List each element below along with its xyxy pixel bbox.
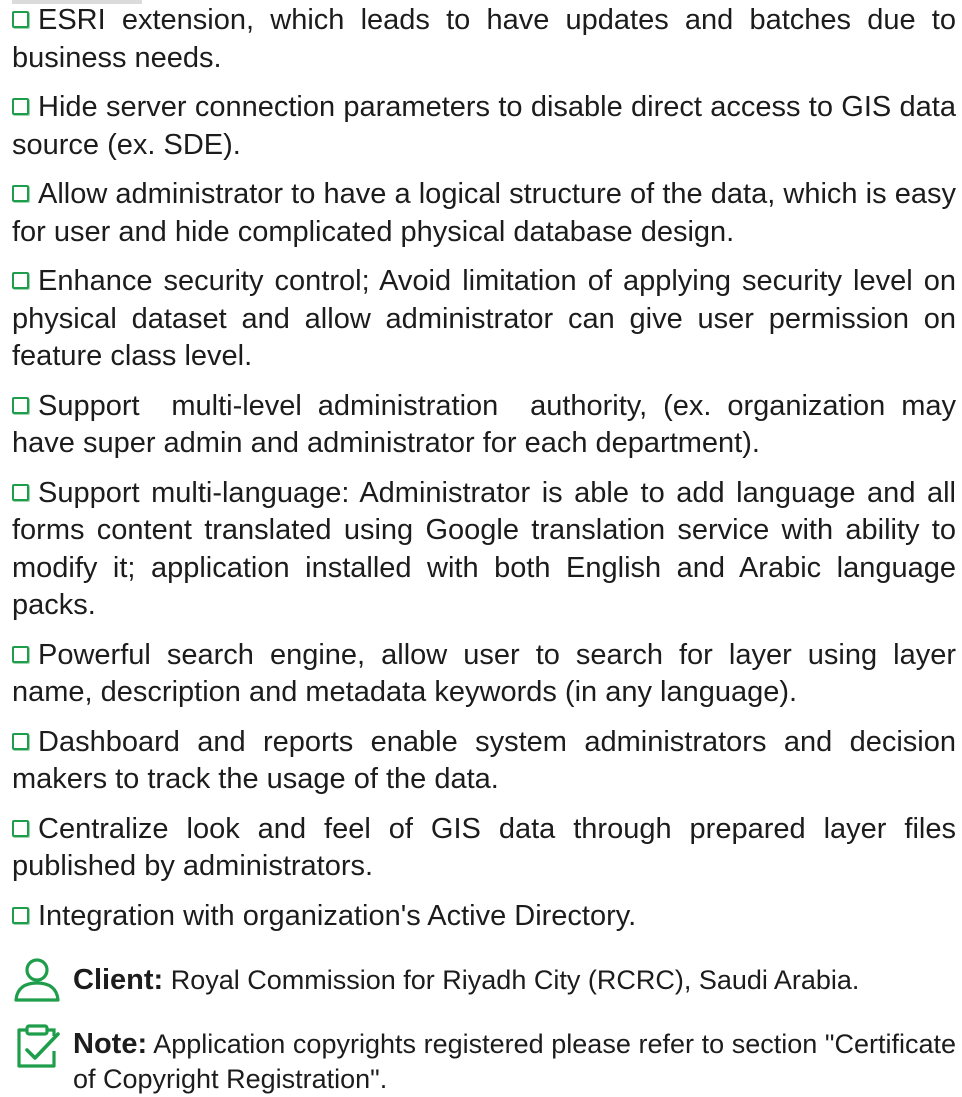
note-label: Note: xyxy=(73,1028,148,1060)
feature-bullet-list: ESRI extension, which leads to have upda… xyxy=(12,2,956,947)
note-line: Note: Application copyrights registered … xyxy=(12,1024,956,1097)
bullet-item: Centralize look and feel of GIS data thr… xyxy=(12,811,956,886)
bullet-text: Support multi-language: Administrator is… xyxy=(12,476,956,622)
checkbox-bullet-icon xyxy=(12,645,29,663)
client-label: Client: xyxy=(73,964,164,996)
clipboard-check-icon xyxy=(12,1023,62,1078)
bullet-item: Hide server connection parameters to dis… xyxy=(12,89,956,164)
bullet-text: Enhance security control; Avoid limitati… xyxy=(12,265,956,372)
document-page: ESRI extension, which leads to have upda… xyxy=(0,0,962,1094)
bullet-text: Support multi-level administration autho… xyxy=(12,389,956,460)
note-value: Application copyrights registered please… xyxy=(73,1029,956,1094)
bullet-item: Enhance security control; Avoid limitati… xyxy=(12,263,956,376)
note-text-block: Note: Application copyrights registered … xyxy=(73,1027,956,1097)
client-value: Royal Commission for Riyadh City (RCRC),… xyxy=(163,965,860,995)
checkbox-bullet-icon xyxy=(12,272,29,289)
checkbox-bullet-icon xyxy=(12,819,29,837)
checkbox-bullet-icon xyxy=(12,396,29,414)
bullet-text: Integration with organization's Active D… xyxy=(38,899,637,932)
checkbox-bullet-icon xyxy=(12,732,29,750)
bullet-item: Support multi-level administration autho… xyxy=(12,388,956,463)
checkbox-bullet-icon xyxy=(12,98,29,115)
bullet-item: Support multi-language: Administrator is… xyxy=(12,475,956,625)
bullet-item: Integration with organization's Active D… xyxy=(12,898,956,936)
user-icon xyxy=(12,957,62,1012)
bullet-text: Centralize look and feel of GIS data thr… xyxy=(12,812,956,883)
bullet-text: Dashboard and reports enable system admi… xyxy=(12,725,956,796)
checkbox-bullet-icon xyxy=(12,11,29,28)
checkbox-bullet-icon xyxy=(12,483,29,501)
client-text-block: Client: Royal Commission for Riyadh City… xyxy=(73,963,956,998)
bullet-item: ESRI extension, which leads to have upda… xyxy=(12,2,956,77)
bullet-item: Powerful search engine, allow user to se… xyxy=(12,637,956,712)
bullet-text: ESRI extension, which leads to have upda… xyxy=(12,4,956,74)
bullet-item: Allow administrator to have a logical st… xyxy=(12,176,956,251)
bullet-text: Powerful search engine, allow user to se… xyxy=(12,638,956,709)
bullet-text: Allow administrator to have a logical st… xyxy=(12,178,956,248)
checkbox-bullet-icon xyxy=(12,906,29,924)
bullet-text: Hide server connection parameters to dis… xyxy=(12,91,956,161)
checkbox-bullet-icon xyxy=(12,185,29,202)
bullet-item: Dashboard and reports enable system admi… xyxy=(12,724,956,799)
client-line: Client: Royal Commission for Riyadh City… xyxy=(12,958,956,1002)
